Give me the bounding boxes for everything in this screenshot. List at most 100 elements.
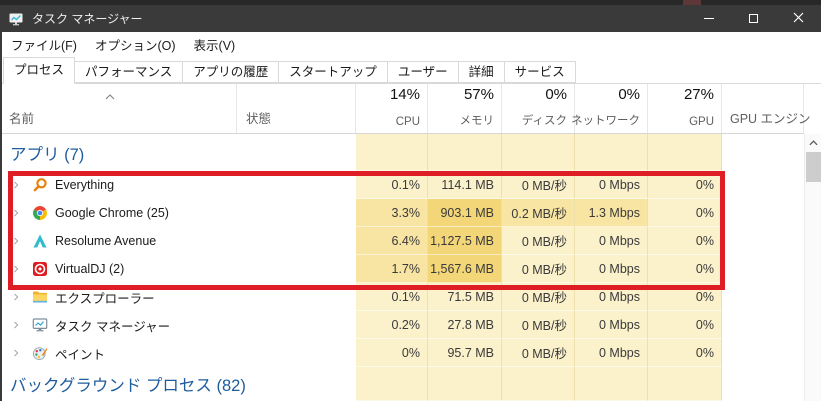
cpu-cell <box>356 367 428 401</box>
sort-ascending-icon <box>105 87 115 105</box>
disk-cell: 0 MB/秒 <box>502 283 575 311</box>
tab-performance[interactable]: パフォーマンス <box>74 61 184 83</box>
process-row[interactable]: エクスプローラー 0.1% 71.5 MB 0 MB/秒 0 Mbps 0% <box>0 283 804 311</box>
task-manager-app-icon <box>8 11 24 27</box>
column-label: ネットワーク <box>571 115 640 127</box>
gpu-engine-cell <box>722 227 804 255</box>
gpu-cell: 0% <box>648 199 722 227</box>
gpu-cell: 0% <box>648 311 722 339</box>
memory-cell <box>428 134 502 171</box>
chevron-right-icon[interactable] <box>11 263 21 275</box>
tab-users[interactable]: ユーザー <box>386 61 459 83</box>
menu-view[interactable]: 表示(V) <box>185 35 245 54</box>
task-manager-window: タスク マネージャー ファイル(F) オプション(O) 表示(V) プロセス パ… <box>0 0 821 401</box>
tab-services[interactable]: サービス <box>503 61 576 83</box>
column-header-cpu[interactable]: 14% CPU <box>356 84 428 133</box>
column-header-disk[interactable]: 0% ディスク <box>502 84 575 133</box>
status-cell <box>237 199 356 227</box>
column-header-name[interactable]: 名前 <box>0 84 237 133</box>
memory-cell: 114.1 MB <box>428 171 502 199</box>
status-cell <box>237 171 356 199</box>
virtualdj-icon <box>32 261 48 277</box>
menu-file[interactable]: ファイル(F) <box>2 35 86 54</box>
disk-cell: 0.2 MB/秒 <box>502 199 575 227</box>
chevron-right-icon[interactable] <box>11 291 21 303</box>
process-name: タスク マネージャー <box>55 319 171 334</box>
network-cell <box>575 367 648 401</box>
scrollbar-thumb[interactable] <box>806 152 821 182</box>
process-row[interactable]: Resolume Avenue 6.4% 1,127.5 MB 0 MB/秒 0 Mbp… <box>0 227 804 255</box>
group-row[interactable]: アプリ (7) <box>0 134 804 171</box>
process-row[interactable]: VirtualDJ (2) 1.7% 1,567.6 MB 0 MB/秒 0 Mbps 0… <box>0 255 804 283</box>
cpu-cell: 0.2% <box>356 311 428 339</box>
chevron-right-icon[interactable] <box>11 319 21 331</box>
gpu-cell <box>648 134 722 171</box>
gpu-engine-cell <box>722 283 804 311</box>
status-cell <box>237 255 356 283</box>
column-label: CPU <box>395 116 420 128</box>
process-row[interactable]: タスク マネージャー 0.2% 27.8 MB 0 MB/秒 0 Mbps 0% <box>0 311 804 339</box>
close-button[interactable] <box>776 5 821 32</box>
memory-cell: 1,567.6 MB <box>428 255 502 283</box>
memory-cell: 903.1 MB <box>428 199 502 227</box>
gpu-cell: 0% <box>648 283 722 311</box>
process-row[interactable]: ペイント 0% 95.7 MB 0 MB/秒 0 Mbps 0% <box>0 339 804 367</box>
chevron-right-icon[interactable] <box>11 235 21 247</box>
column-label: メモリ <box>459 115 495 127</box>
maximize-button[interactable] <box>731 5 776 32</box>
memory-cell: 27.8 MB <box>428 311 502 339</box>
gpu-total: 27% <box>683 86 714 103</box>
disk-cell <box>502 367 575 401</box>
cpu-cell: 0% <box>356 339 428 367</box>
vertical-scrollbar[interactable] <box>804 134 821 401</box>
process-name: Everything <box>55 178 115 192</box>
chrome-icon <box>32 205 48 221</box>
column-label: 状態 <box>246 112 272 126</box>
column-header-memory[interactable]: 57% メモリ <box>428 84 502 133</box>
process-row[interactable]: Everything 0.1% 114.1 MB 0 MB/秒 0 Mbps 0% <box>0 171 804 199</box>
tab-processes[interactable]: プロセス <box>3 57 76 84</box>
everything-icon <box>32 177 48 193</box>
chevron-up-icon <box>808 133 818 151</box>
process-name-cell: ペイント <box>0 339 237 367</box>
process-name-cell: Everything <box>0 171 237 199</box>
title-bar[interactable]: タスク マネージャー <box>0 5 821 32</box>
minimize-button[interactable] <box>686 5 731 32</box>
tab-app-history[interactable]: アプリの履歴 <box>182 61 280 83</box>
cpu-cell: 1.7% <box>356 255 428 283</box>
gpu-engine-cell <box>722 134 804 171</box>
gpu-cell: 0% <box>648 227 722 255</box>
disk-cell: 0 MB/秒 <box>502 227 575 255</box>
column-header-status[interactable]: 状態 <box>237 84 356 133</box>
process-name: Resolume Avenue <box>55 234 157 248</box>
status-cell <box>237 311 356 339</box>
chevron-right-icon[interactable] <box>11 179 21 191</box>
process-name-cell: Google Chrome (25) <box>0 199 237 227</box>
window-controls <box>686 5 821 32</box>
process-name-cell: タスク マネージャー <box>0 311 237 339</box>
disk-cell: 0 MB/秒 <box>502 171 575 199</box>
group-name-cell: バックグラウンド プロセス (82) <box>0 367 356 401</box>
column-header-gpu-engine[interactable]: GPU エンジン <box>722 84 811 133</box>
menu-options[interactable]: オプション(O) <box>86 35 185 54</box>
chevron-right-icon[interactable] <box>11 207 21 219</box>
column-label: ディスク <box>521 115 567 127</box>
group-row[interactable]: バックグラウンド プロセス (82) <box>0 367 804 401</box>
tab-details[interactable]: 詳細 <box>457 61 505 83</box>
disk-total: 0% <box>545 86 567 103</box>
column-header-network[interactable]: 0% ネットワーク <box>571 84 648 133</box>
tab-startup[interactable]: スタートアップ <box>278 61 388 83</box>
chevron-right-icon[interactable] <box>11 347 21 359</box>
column-header-gpu[interactable]: 27% GPU <box>648 84 722 133</box>
process-row[interactable]: Google Chrome (25) 3.3% 903.1 MB 0.2 MB/秒 1.… <box>0 199 804 227</box>
gpu-cell: 0% <box>648 171 722 199</box>
scroll-up-button[interactable] <box>805 134 821 150</box>
network-cell: 0 Mbps <box>575 227 648 255</box>
process-name-cell: Resolume Avenue <box>0 227 237 255</box>
window-left-border <box>0 5 2 401</box>
process-name-cell: VirtualDJ (2) <box>0 255 237 283</box>
status-cell <box>237 227 356 255</box>
table-header: 名前 状態 14% CPU 57% メモリ 0% ディスク 0% ネットワーク … <box>0 84 811 134</box>
process-name: VirtualDJ (2) <box>55 262 125 276</box>
window-title: タスク マネージャー <box>32 12 143 26</box>
